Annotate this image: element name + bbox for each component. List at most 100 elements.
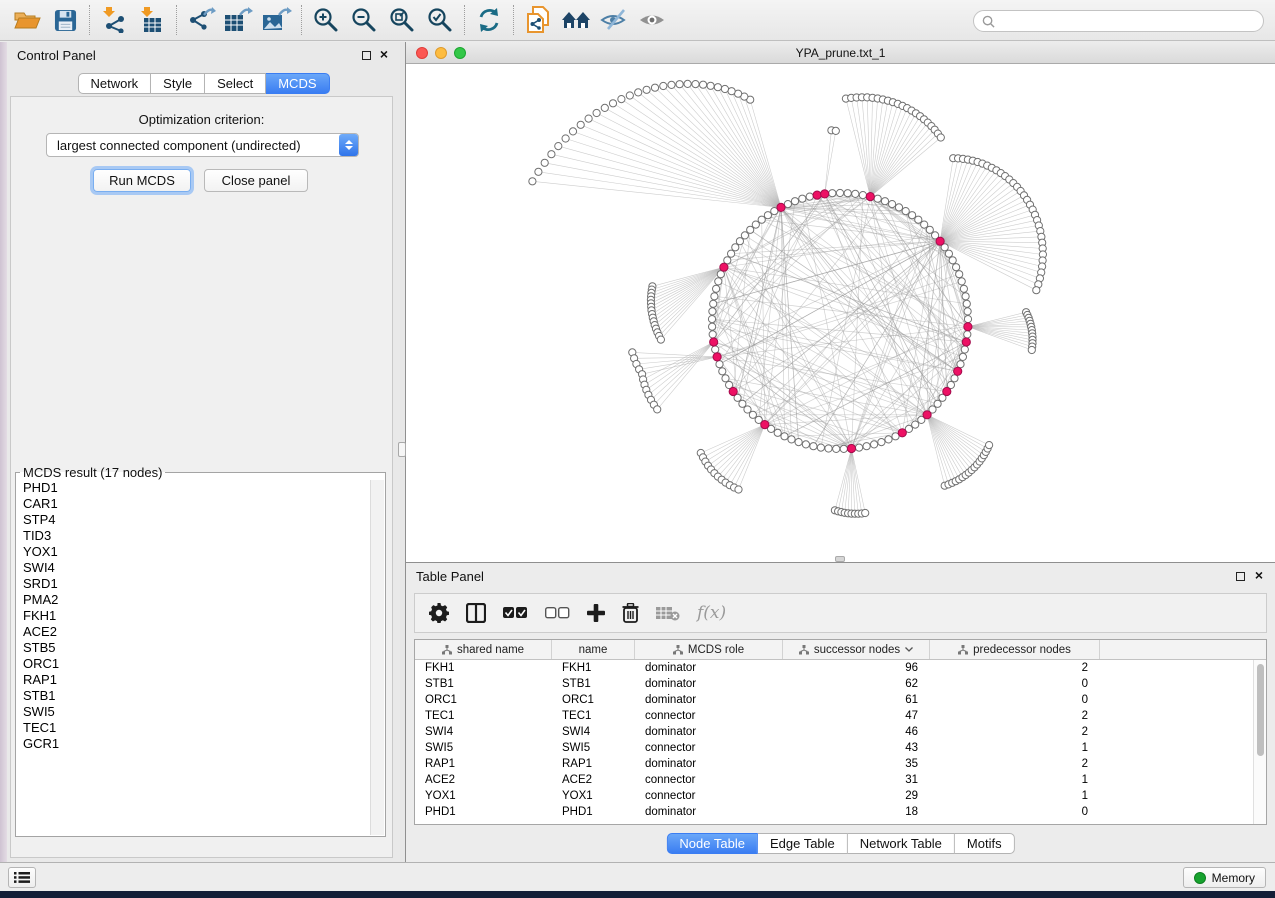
network-node[interactable] <box>836 189 843 196</box>
network-node[interactable] <box>700 81 707 88</box>
table-row[interactable]: YOX1YOX1connector291 <box>415 788 1253 804</box>
dominator-node[interactable] <box>777 203 785 211</box>
network-node[interactable] <box>735 486 742 493</box>
network-node[interactable] <box>958 278 965 285</box>
network-node[interactable] <box>909 212 916 219</box>
select-all-button[interactable] <box>503 598 528 628</box>
mcds-list-scrollbar[interactable] <box>370 480 384 835</box>
table-row[interactable]: STB1STB1dominator620 <box>415 676 1253 692</box>
network-node[interactable] <box>964 308 971 315</box>
network-node[interactable] <box>795 439 802 446</box>
float-panel-icon[interactable] <box>362 51 371 60</box>
export-image-button[interactable] <box>258 3 296 37</box>
network-node[interactable] <box>833 445 840 452</box>
network-node[interactable] <box>548 151 555 158</box>
dominator-node[interactable] <box>761 421 769 429</box>
tab-node-table[interactable]: Node Table <box>666 833 758 854</box>
dominator-node[interactable] <box>720 263 728 271</box>
network-node[interactable] <box>668 81 675 88</box>
network-node[interactable] <box>915 216 922 223</box>
network-node[interactable] <box>618 96 625 103</box>
table-row[interactable]: ORC1ORC1dominator610 <box>415 692 1253 708</box>
network-node[interactable] <box>863 443 870 450</box>
network-node[interactable] <box>874 195 881 202</box>
dominator-node[interactable] <box>954 367 962 375</box>
mcds-result-item[interactable]: GCR1 <box>17 736 370 752</box>
mcds-result-item[interactable]: ORC1 <box>17 656 370 672</box>
mcds-result-item[interactable]: SRD1 <box>17 576 370 592</box>
network-node[interactable] <box>643 86 650 93</box>
network-node[interactable] <box>660 82 667 89</box>
optimization-criterion-select[interactable]: largest connected component (undirected) <box>46 133 359 157</box>
delete-column-button[interactable] <box>622 598 639 628</box>
export-table-button[interactable] <box>220 3 258 37</box>
dominator-node[interactable] <box>713 353 721 361</box>
network-node[interactable] <box>829 190 836 197</box>
network-node[interactable] <box>862 509 869 516</box>
network-node[interactable] <box>871 441 878 448</box>
add-column-button[interactable] <box>587 598 605 628</box>
mcds-result-item[interactable]: ACE2 <box>17 624 370 640</box>
dominator-node[interactable] <box>866 193 874 201</box>
mcds-result-item[interactable]: PMA2 <box>17 592 370 608</box>
network-node[interactable] <box>1033 287 1040 294</box>
mcds-result-item[interactable]: STB5 <box>17 640 370 656</box>
network-node[interactable] <box>912 421 919 428</box>
network-node[interactable] <box>709 308 716 315</box>
dominator-node[interactable] <box>847 444 855 452</box>
network-node[interactable] <box>889 201 896 208</box>
column-header-predecessor-nodes[interactable]: predecessor nodes <box>930 640 1100 659</box>
network-node[interactable] <box>959 353 966 360</box>
network-node[interactable] <box>709 331 716 338</box>
network-node[interactable] <box>752 221 759 228</box>
mcds-result-item[interactable]: FKH1 <box>17 608 370 624</box>
network-node[interactable] <box>844 190 851 197</box>
network-node[interactable] <box>555 143 562 150</box>
network-node[interactable] <box>601 104 608 111</box>
column-header-name[interactable]: name <box>552 640 635 659</box>
network-node[interactable] <box>960 285 967 292</box>
network-node[interactable] <box>806 193 813 200</box>
dominator-node[interactable] <box>729 387 737 395</box>
network-node[interactable] <box>810 443 817 450</box>
zoom-out-button[interactable] <box>345 3 383 37</box>
network-node[interactable] <box>739 400 746 407</box>
network-node[interactable] <box>712 346 719 353</box>
network-node[interactable] <box>781 433 788 440</box>
dominator-node[interactable] <box>710 338 718 346</box>
network-node[interactable] <box>840 445 847 452</box>
network-node[interactable] <box>881 198 888 205</box>
network-node[interactable] <box>1028 346 1035 353</box>
network-node[interactable] <box>676 81 683 88</box>
network-node[interactable] <box>774 429 781 436</box>
network-node[interactable] <box>949 257 956 264</box>
search-field[interactable] <box>973 10 1264 32</box>
network-canvas[interactable] <box>406 64 1275 560</box>
memory-button[interactable]: Memory <box>1183 867 1266 888</box>
network-node[interactable] <box>964 316 971 323</box>
import-network-button[interactable] <box>95 3 133 37</box>
mcds-result-item[interactable]: PHD1 <box>17 480 370 496</box>
network-node[interactable] <box>736 238 743 245</box>
network-node[interactable] <box>719 368 726 375</box>
dominator-node[interactable] <box>821 190 829 198</box>
network-node[interactable] <box>609 100 616 107</box>
network-node[interactable] <box>692 81 699 88</box>
table-row[interactable]: RAP1RAP1dominator352 <box>415 756 1253 772</box>
network-node[interactable] <box>716 361 723 368</box>
tab-mcds[interactable]: MCDS <box>266 73 329 94</box>
function-builder-button[interactable]: f(x) <box>697 598 726 628</box>
dominator-node[interactable] <box>936 237 944 245</box>
network-node[interactable] <box>535 168 542 175</box>
tab-style[interactable]: Style <box>151 73 205 94</box>
mcds-result-item[interactable]: STP4 <box>17 512 370 528</box>
network-node[interactable] <box>764 212 771 219</box>
splitter-handle[interactable] <box>398 442 406 457</box>
tab-network[interactable]: Network <box>77 73 151 94</box>
network-node[interactable] <box>945 250 952 257</box>
network-node[interactable] <box>852 190 859 197</box>
table-settings-button[interactable] <box>429 598 449 628</box>
copy-network-button[interactable] <box>519 3 557 37</box>
network-node[interactable] <box>722 375 729 382</box>
network-titlebar[interactable]: YPA_prune.txt_1 <box>406 42 1275 64</box>
